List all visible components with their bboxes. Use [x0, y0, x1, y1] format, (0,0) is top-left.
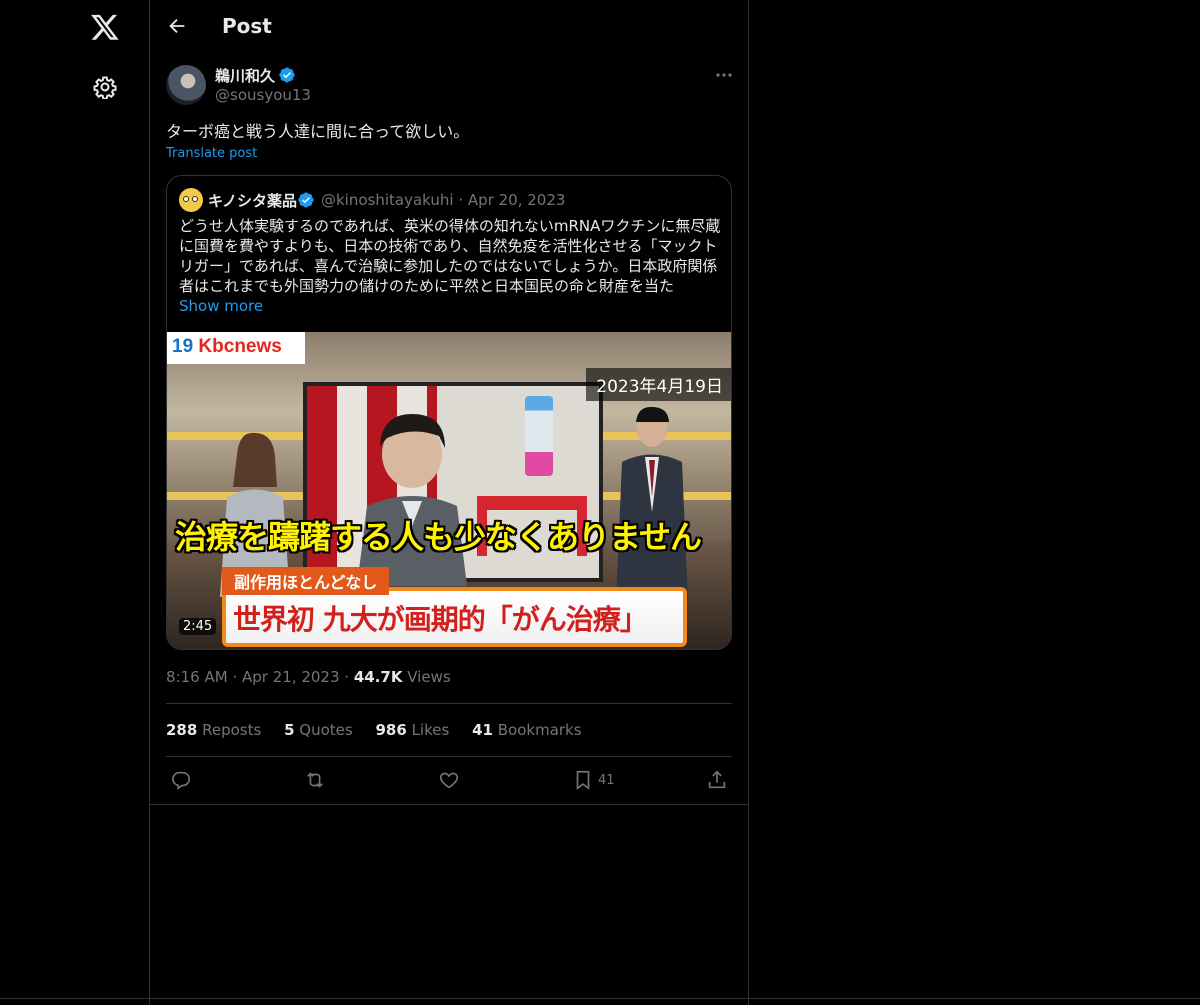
reply-button[interactable] [170, 769, 192, 791]
repost-button[interactable] [304, 769, 326, 791]
video-thumbnail[interactable]: 19 Kbcnews 2023年4月19日 治療を躊躇する人も少なくありません … [167, 332, 731, 649]
views-label: Views [407, 668, 451, 686]
quote-text: どうせ人体実験するのであれば、英米の得体の知れないmRNAワクチンに無尽蔵に国費… [179, 217, 721, 295]
main-column: Post 鵜川和久 @sousyou13 ターボ癌と戦う人達に間に合って欲しい。… [149, 0, 749, 1005]
verified-badge-icon [298, 192, 314, 208]
divider [166, 703, 732, 704]
share-icon [708, 770, 726, 789]
reposts-stat[interactable]: 288 Reposts [166, 721, 261, 739]
quote-avatar[interactable] [179, 188, 203, 212]
bookmark-count: 41 [598, 773, 615, 788]
avatar[interactable] [166, 65, 206, 105]
video-duration: 2:45 [179, 618, 217, 635]
post-text: ターボ癌と戦う人達に間に合って欲しい。 [166, 122, 470, 141]
header: Post [150, 0, 748, 53]
like-icon [439, 772, 459, 789]
anchor-right-figure [616, 406, 688, 602]
post-author: 鵜川和久 @sousyou13 [166, 65, 734, 107]
video-subtitle: 治療を躊躇する人も少なくありません [175, 518, 702, 556]
presenter-figure [357, 414, 467, 586]
channel-name: Kbcnews [198, 336, 282, 357]
divider [166, 756, 732, 757]
likes-stat[interactable]: 986 Likes [375, 721, 449, 739]
views-count: 44.7K [353, 668, 403, 686]
back-arrow-icon[interactable] [166, 15, 188, 37]
post-meta: 8:16 AM · Apr 21, 2023 · 44.7K Views [166, 668, 451, 686]
action-bar: 41 [166, 766, 734, 794]
quotes-stat[interactable]: 5 Quotes [284, 721, 353, 739]
divider [150, 804, 748, 805]
verified-badge-icon [279, 67, 295, 83]
settings-icon[interactable] [93, 75, 117, 99]
channel-logo: 19 Kbcnews [167, 332, 305, 364]
post-date[interactable]: Apr 21, 2023 [242, 668, 340, 686]
quote-handle-date: @kinoshitayakuhi · Apr 20, 2023 [321, 191, 566, 209]
video-date-caption: 2023年4月19日 [586, 368, 731, 401]
bottom-border [0, 998, 1200, 999]
video-headline: 世界初 九大が画期的「がん治療」 [233, 603, 648, 636]
x-logo-icon[interactable] [90, 12, 120, 42]
post-stats: 288 Reposts 5 Quotes 986 Likes 41 Bookma… [166, 721, 600, 739]
share-button[interactable] [706, 769, 728, 791]
quote-author-name[interactable]: キノシタ薬品 [208, 190, 297, 211]
channel-number: 19 [172, 336, 194, 357]
reply-icon [172, 771, 191, 790]
page-title: Post [222, 14, 272, 38]
show-more-link[interactable]: Show more [179, 297, 263, 315]
bookmark-button[interactable] [572, 769, 594, 791]
more-icon[interactable] [714, 67, 734, 83]
post-time[interactable]: 8:16 AM [166, 668, 228, 686]
bookmark-icon [576, 770, 590, 790]
author-handle[interactable]: @sousyou13 [215, 86, 311, 104]
left-nav [0, 0, 149, 1005]
quote-author-handle[interactable]: @kinoshitayakuhi [321, 191, 454, 209]
translate-post-link[interactable]: Translate post [166, 146, 257, 161]
quoted-post[interactable]: キノシタ薬品 @kinoshitayakuhi · Apr 20, 2023 ど… [166, 175, 732, 650]
repost-icon [307, 772, 323, 788]
video-tag: 副作用ほとんどなし [222, 567, 390, 595]
quote-date[interactable]: Apr 20, 2023 [468, 191, 566, 209]
author-name[interactable]: 鵜川和久 [215, 65, 275, 86]
like-button[interactable] [438, 769, 460, 791]
bookmarks-stat[interactable]: 41 Bookmarks [472, 721, 581, 739]
